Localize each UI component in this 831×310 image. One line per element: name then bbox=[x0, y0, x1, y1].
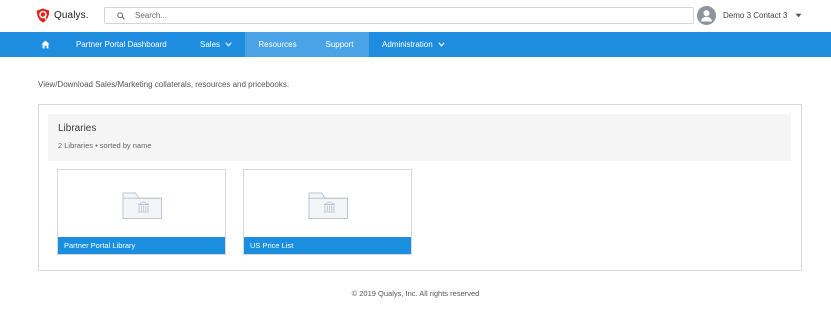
user-menu[interactable]: Demo 3 Contact 3 bbox=[697, 6, 802, 25]
search-icon bbox=[117, 11, 125, 20]
libraries-title: Libraries bbox=[58, 123, 97, 134]
brand-name: Qualys. bbox=[54, 10, 89, 21]
caret-down-icon[interactable] bbox=[795, 13, 802, 18]
nav-support[interactable]: Support bbox=[310, 32, 369, 57]
library-card-partner-portal-library[interactable]: Partner Portal Library bbox=[57, 169, 226, 255]
nav-home[interactable] bbox=[34, 32, 56, 57]
user-name[interactable]: Demo 3 Contact 3 bbox=[723, 11, 787, 20]
nav-label: Support bbox=[325, 40, 354, 49]
nav-resources[interactable]: Resources bbox=[245, 32, 310, 57]
main-nav: Partner Portal Dashboard Sales Resources… bbox=[0, 32, 831, 57]
qualys-logo[interactable]: Qualys. bbox=[36, 8, 89, 23]
folder-library-icon bbox=[122, 192, 162, 219]
libraries-subtitle: 2 Libraries • sorted by name bbox=[58, 141, 152, 150]
libraries-header: Libraries 2 Libraries • sorted by name bbox=[48, 114, 791, 161]
search-input[interactable] bbox=[135, 11, 675, 20]
nav-label: Sales bbox=[200, 40, 221, 49]
nav-label: Resources bbox=[258, 40, 297, 49]
qualys-shield-icon bbox=[36, 8, 50, 23]
nav-label: Partner Portal Dashboard bbox=[76, 40, 167, 49]
nav-administration[interactable]: Administration bbox=[382, 32, 445, 57]
nav-sales[interactable]: Sales bbox=[200, 32, 232, 57]
user-icon bbox=[701, 10, 712, 22]
folder-library-icon bbox=[308, 192, 348, 219]
page-intro: View/Download Sales/Marketing collateral… bbox=[38, 80, 290, 89]
library-card-us-price-list[interactable]: US Price List bbox=[243, 169, 412, 255]
avatar[interactable] bbox=[697, 6, 716, 25]
footer-copyright: © 2019 Qualys, Inc. All rights reserved bbox=[351, 289, 480, 298]
library-name[interactable]: US Price List bbox=[244, 237, 411, 254]
home-icon bbox=[40, 40, 50, 49]
nav-partner-portal-dashboard[interactable]: Partner Portal Dashboard bbox=[76, 32, 167, 57]
search-box[interactable] bbox=[104, 7, 694, 24]
libraries-panel: Libraries 2 Libraries • sorted by name P… bbox=[38, 104, 802, 271]
top-bar: Qualys. Demo 3 Contact 3 bbox=[0, 0, 831, 32]
chevron-down-icon bbox=[438, 42, 445, 47]
chevron-down-icon bbox=[225, 42, 232, 47]
library-name[interactable]: Partner Portal Library bbox=[58, 237, 225, 254]
nav-label: Administration bbox=[382, 40, 433, 49]
